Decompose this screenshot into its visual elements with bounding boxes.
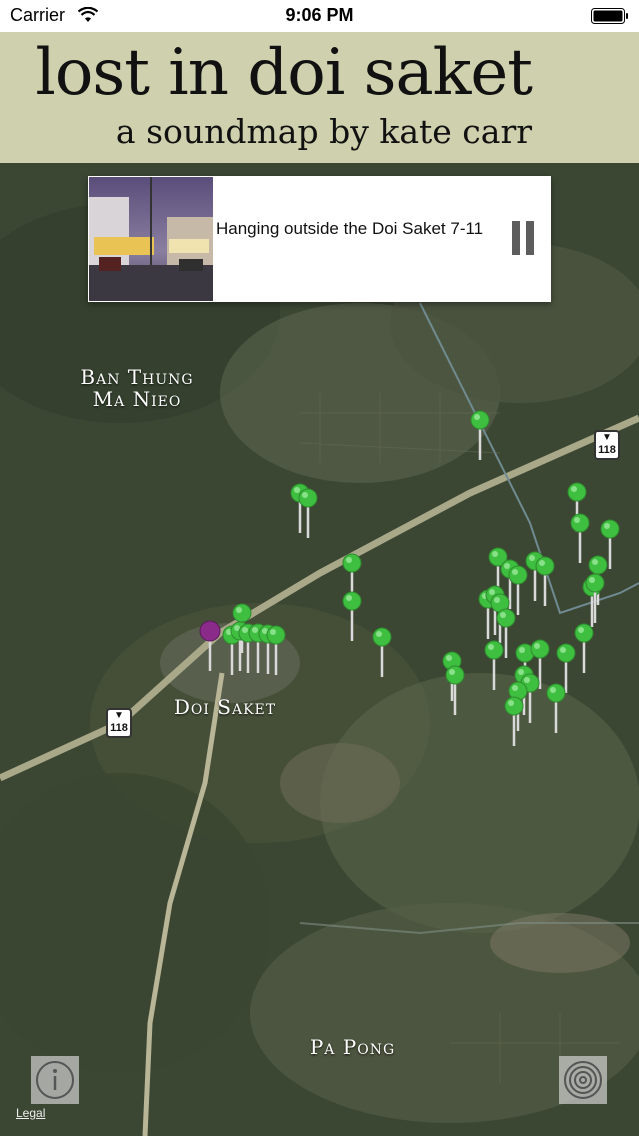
- sound-pin[interactable]: [445, 665, 465, 715]
- track-thumbnail: [89, 177, 213, 301]
- place-label-line: Ma Nieo: [92, 387, 182, 411]
- sound-pin[interactable]: [470, 410, 490, 460]
- info-icon: [36, 1061, 74, 1099]
- radar-button[interactable]: [559, 1056, 607, 1104]
- pause-icon: [512, 221, 520, 255]
- sound-pin[interactable]: [266, 625, 286, 675]
- sound-pin[interactable]: [585, 573, 605, 623]
- app-title: lost in doi saket: [35, 36, 533, 110]
- sound-pin[interactable]: [508, 565, 528, 615]
- sound-pin[interactable]: [570, 513, 590, 563]
- info-button[interactable]: [31, 1056, 79, 1104]
- sound-pin[interactable]: [574, 623, 594, 673]
- legal-link[interactable]: Legal: [16, 1106, 45, 1120]
- place-label-line: Ban Thung: [80, 365, 194, 389]
- battery-icon: [591, 8, 628, 24]
- pause-icon: [526, 221, 534, 255]
- now-playing-card[interactable]: Hanging outside the Doi Saket 7-11: [88, 176, 551, 302]
- place-label-doi-saket: Doi Saket: [173, 695, 277, 719]
- sound-pin[interactable]: [484, 640, 504, 690]
- sound-pin[interactable]: [546, 683, 566, 733]
- sound-pin[interactable]: [372, 627, 392, 677]
- app-header: lost in doi saket a soundmap by kate car…: [0, 32, 639, 163]
- sound-pin[interactable]: [342, 591, 362, 641]
- current-sound-pin[interactable]: [199, 620, 221, 671]
- track-title: Hanging outside the Doi Saket 7-11: [216, 219, 484, 238]
- sound-pin[interactable]: [298, 488, 318, 538]
- place-label-ban-thung-ma-nieo: Ban Thung Ma Nieo: [72, 366, 202, 410]
- clock: 9:06 PM: [285, 5, 354, 25]
- pause-button[interactable]: [512, 221, 534, 255]
- sound-pin[interactable]: [535, 556, 555, 606]
- satellite-map[interactable]: [0, 163, 639, 1136]
- route-shield-118: 118: [106, 708, 132, 738]
- route-shield-118: 118: [594, 430, 620, 460]
- app-subtitle: a soundmap by kate carr: [115, 112, 532, 151]
- radar-icon: [564, 1061, 602, 1099]
- status-bar: Carrier 9:06 PM: [0, 0, 639, 32]
- sound-pins-layer: [199, 410, 620, 746]
- sound-pin[interactable]: [504, 696, 524, 746]
- place-label-pa-pong: Pa Pong: [309, 1035, 396, 1059]
